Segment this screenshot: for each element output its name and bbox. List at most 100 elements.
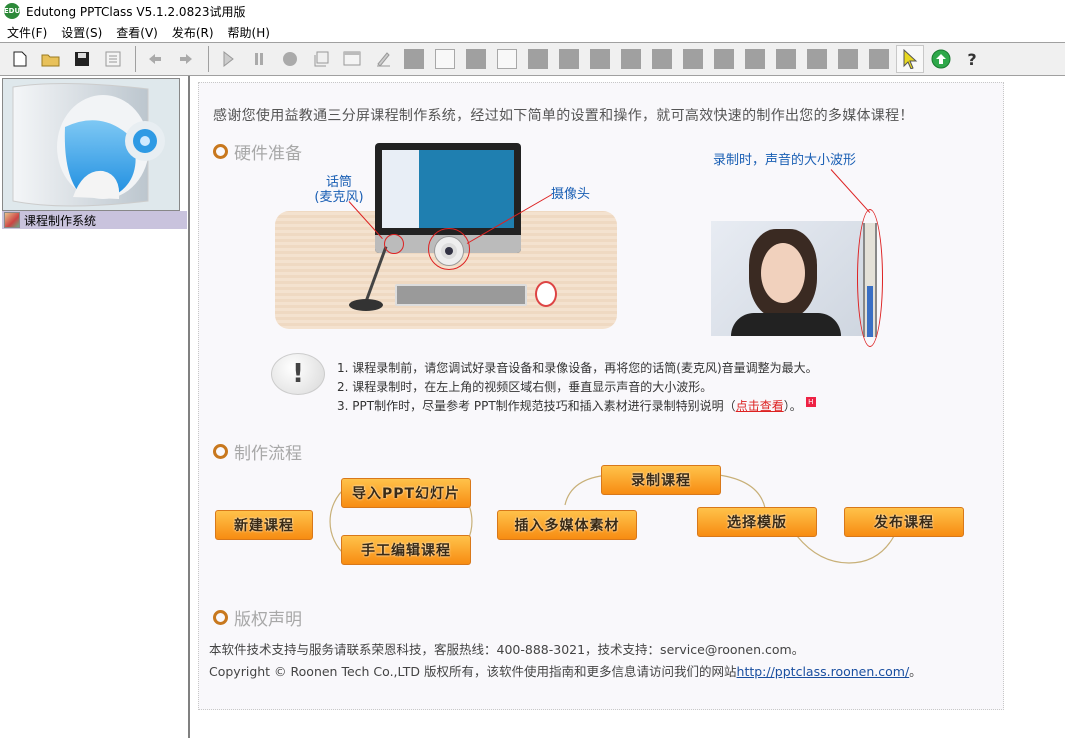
copyright-suffix: 。 bbox=[909, 664, 922, 679]
webcam-banner-image bbox=[2, 78, 180, 211]
connector-arc bbox=[718, 474, 766, 509]
step-new-course[interactable]: 新建课程 bbox=[215, 510, 313, 540]
menu-settings[interactable]: 设置(S) bbox=[54, 24, 109, 41]
tool-square-icon bbox=[869, 49, 889, 69]
tool-square-icon bbox=[435, 49, 455, 69]
workflow-connectors bbox=[329, 474, 895, 564]
tool-button-5[interactable] bbox=[524, 45, 552, 73]
menu-publish[interactable]: 发布(R) bbox=[165, 24, 221, 41]
tool-square-icon bbox=[652, 49, 672, 69]
step-publish-course[interactable]: 发布课程 bbox=[844, 507, 964, 537]
tool-button-4[interactable] bbox=[493, 45, 521, 73]
upload-icon bbox=[931, 49, 951, 69]
new-file-button[interactable] bbox=[6, 45, 34, 73]
step-record-course[interactable]: 录制课程 bbox=[601, 465, 721, 495]
tool-square-icon bbox=[528, 49, 548, 69]
step-import-ppt[interactable]: 导入PPT幻灯片 bbox=[341, 478, 471, 508]
window-title: Edutong PPTClass V5.1.2.0823试用版 bbox=[26, 4, 246, 19]
record-button[interactable] bbox=[276, 45, 304, 73]
main-content: 感谢您使用益教通三分屏课程制作系统，经过如下简单的设置和操作，就可高效快速的制作… bbox=[192, 76, 1065, 738]
pointer-icon bbox=[903, 49, 918, 69]
tool-button-14[interactable] bbox=[803, 45, 831, 73]
tool-square-icon bbox=[776, 49, 796, 69]
tool-button-10[interactable] bbox=[679, 45, 707, 73]
tool-button-7[interactable] bbox=[586, 45, 614, 73]
open-button[interactable] bbox=[37, 45, 65, 73]
screen-icon bbox=[343, 51, 361, 66]
menu-view[interactable]: 查看(V) bbox=[109, 24, 165, 41]
tool-button-13[interactable] bbox=[772, 45, 800, 73]
section-title: 版权声明 bbox=[234, 610, 302, 630]
tool-button-11[interactable] bbox=[710, 45, 738, 73]
tool-button-6[interactable] bbox=[555, 45, 583, 73]
copyright-prefix: Copyright © Roonen Tech Co.,LTD 版权所有，该软件… bbox=[209, 664, 737, 679]
properties-icon bbox=[105, 51, 121, 67]
menu-help[interactable]: 帮助(H) bbox=[221, 24, 277, 41]
tool-button-3[interactable] bbox=[462, 45, 490, 73]
tool-square-icon bbox=[683, 49, 703, 69]
crop-area-button[interactable] bbox=[307, 45, 335, 73]
help-icon: ? bbox=[967, 49, 977, 69]
play-icon bbox=[223, 51, 234, 67]
menu-bar: 文件(F) 设置(S) 查看(V) 发布(R) 帮助(H) bbox=[0, 22, 1065, 42]
left-pane: 课程制作系统 bbox=[0, 76, 190, 738]
tool-square-icon bbox=[590, 49, 610, 69]
step-insert-media[interactable]: 插入多媒体素材 bbox=[497, 510, 637, 540]
title-bar: EDU Edutong PPTClass V5.1.2.0823试用版 bbox=[0, 0, 1065, 22]
tool-square-icon bbox=[404, 49, 424, 69]
help-button[interactable]: ? bbox=[958, 45, 986, 73]
pen-icon bbox=[377, 52, 390, 67]
app-logo-icon: EDU bbox=[4, 3, 20, 19]
screen-button[interactable] bbox=[338, 45, 366, 73]
tool-square-icon bbox=[838, 49, 858, 69]
step-select-template[interactable]: 选择模版 bbox=[697, 507, 817, 537]
tool-square-icon bbox=[466, 49, 486, 69]
connector-arc bbox=[796, 535, 895, 564]
forward-arrow-icon bbox=[180, 54, 192, 64]
tool-button-16[interactable] bbox=[865, 45, 893, 73]
tool-square-icon bbox=[807, 49, 827, 69]
toolbar-separator bbox=[208, 46, 209, 72]
section-copyright: 版权声明 bbox=[213, 605, 302, 630]
step-manual-edit[interactable]: 手工编辑课程 bbox=[341, 535, 471, 565]
tool-button-8[interactable] bbox=[617, 45, 645, 73]
properties-button[interactable] bbox=[99, 45, 127, 73]
webcam-logo-icon bbox=[12, 82, 165, 207]
pointer-button[interactable] bbox=[896, 45, 924, 73]
copyright-text: Copyright © Roonen Tech Co.,LTD 版权所有，该软件… bbox=[209, 661, 922, 680]
tree-item-course-system[interactable]: 课程制作系统 bbox=[2, 211, 187, 229]
tool-button-1[interactable] bbox=[400, 45, 428, 73]
tool-square-icon bbox=[714, 49, 734, 69]
record-icon bbox=[283, 52, 297, 66]
tool-square-icon bbox=[621, 49, 641, 69]
tool-square-icon bbox=[745, 49, 765, 69]
upload-button[interactable] bbox=[927, 45, 955, 73]
toolbar: ? bbox=[0, 42, 1065, 76]
forward-button[interactable] bbox=[172, 45, 200, 73]
save-button[interactable] bbox=[68, 45, 96, 73]
tool-button-12[interactable] bbox=[741, 45, 769, 73]
save-icon bbox=[75, 52, 89, 66]
course-system-icon bbox=[4, 212, 20, 228]
tool-square-icon bbox=[497, 49, 517, 69]
play-button[interactable] bbox=[214, 45, 242, 73]
tree-item-label: 课程制作系统 bbox=[24, 213, 97, 228]
support-text: 本软件技术支持与服务请联系荣恩科技，客服热线：400-888-3021，技术支持… bbox=[209, 642, 805, 657]
menu-file[interactable]: 文件(F) bbox=[0, 24, 54, 41]
welcome-panel: 感谢您使用益教通三分屏课程制作系统，经过如下简单的设置和操作，就可高效快速的制作… bbox=[198, 82, 1004, 710]
tool-button-2[interactable] bbox=[431, 45, 459, 73]
pause-button[interactable] bbox=[245, 45, 273, 73]
website-link[interactable]: http://pptclass.roonen.com/ bbox=[737, 664, 910, 679]
back-button[interactable] bbox=[141, 45, 169, 73]
tool-button-15[interactable] bbox=[834, 45, 862, 73]
pen-button[interactable] bbox=[369, 45, 397, 73]
back-arrow-icon bbox=[149, 54, 161, 64]
section-bullet-icon bbox=[213, 610, 228, 625]
open-folder-icon bbox=[41, 54, 60, 67]
toolbar-separator bbox=[135, 46, 136, 72]
tool-button-9[interactable] bbox=[648, 45, 676, 73]
pause-icon bbox=[255, 53, 263, 65]
tool-square-icon bbox=[559, 49, 579, 69]
new-file-icon bbox=[13, 51, 27, 67]
crop-area-icon bbox=[314, 51, 329, 67]
